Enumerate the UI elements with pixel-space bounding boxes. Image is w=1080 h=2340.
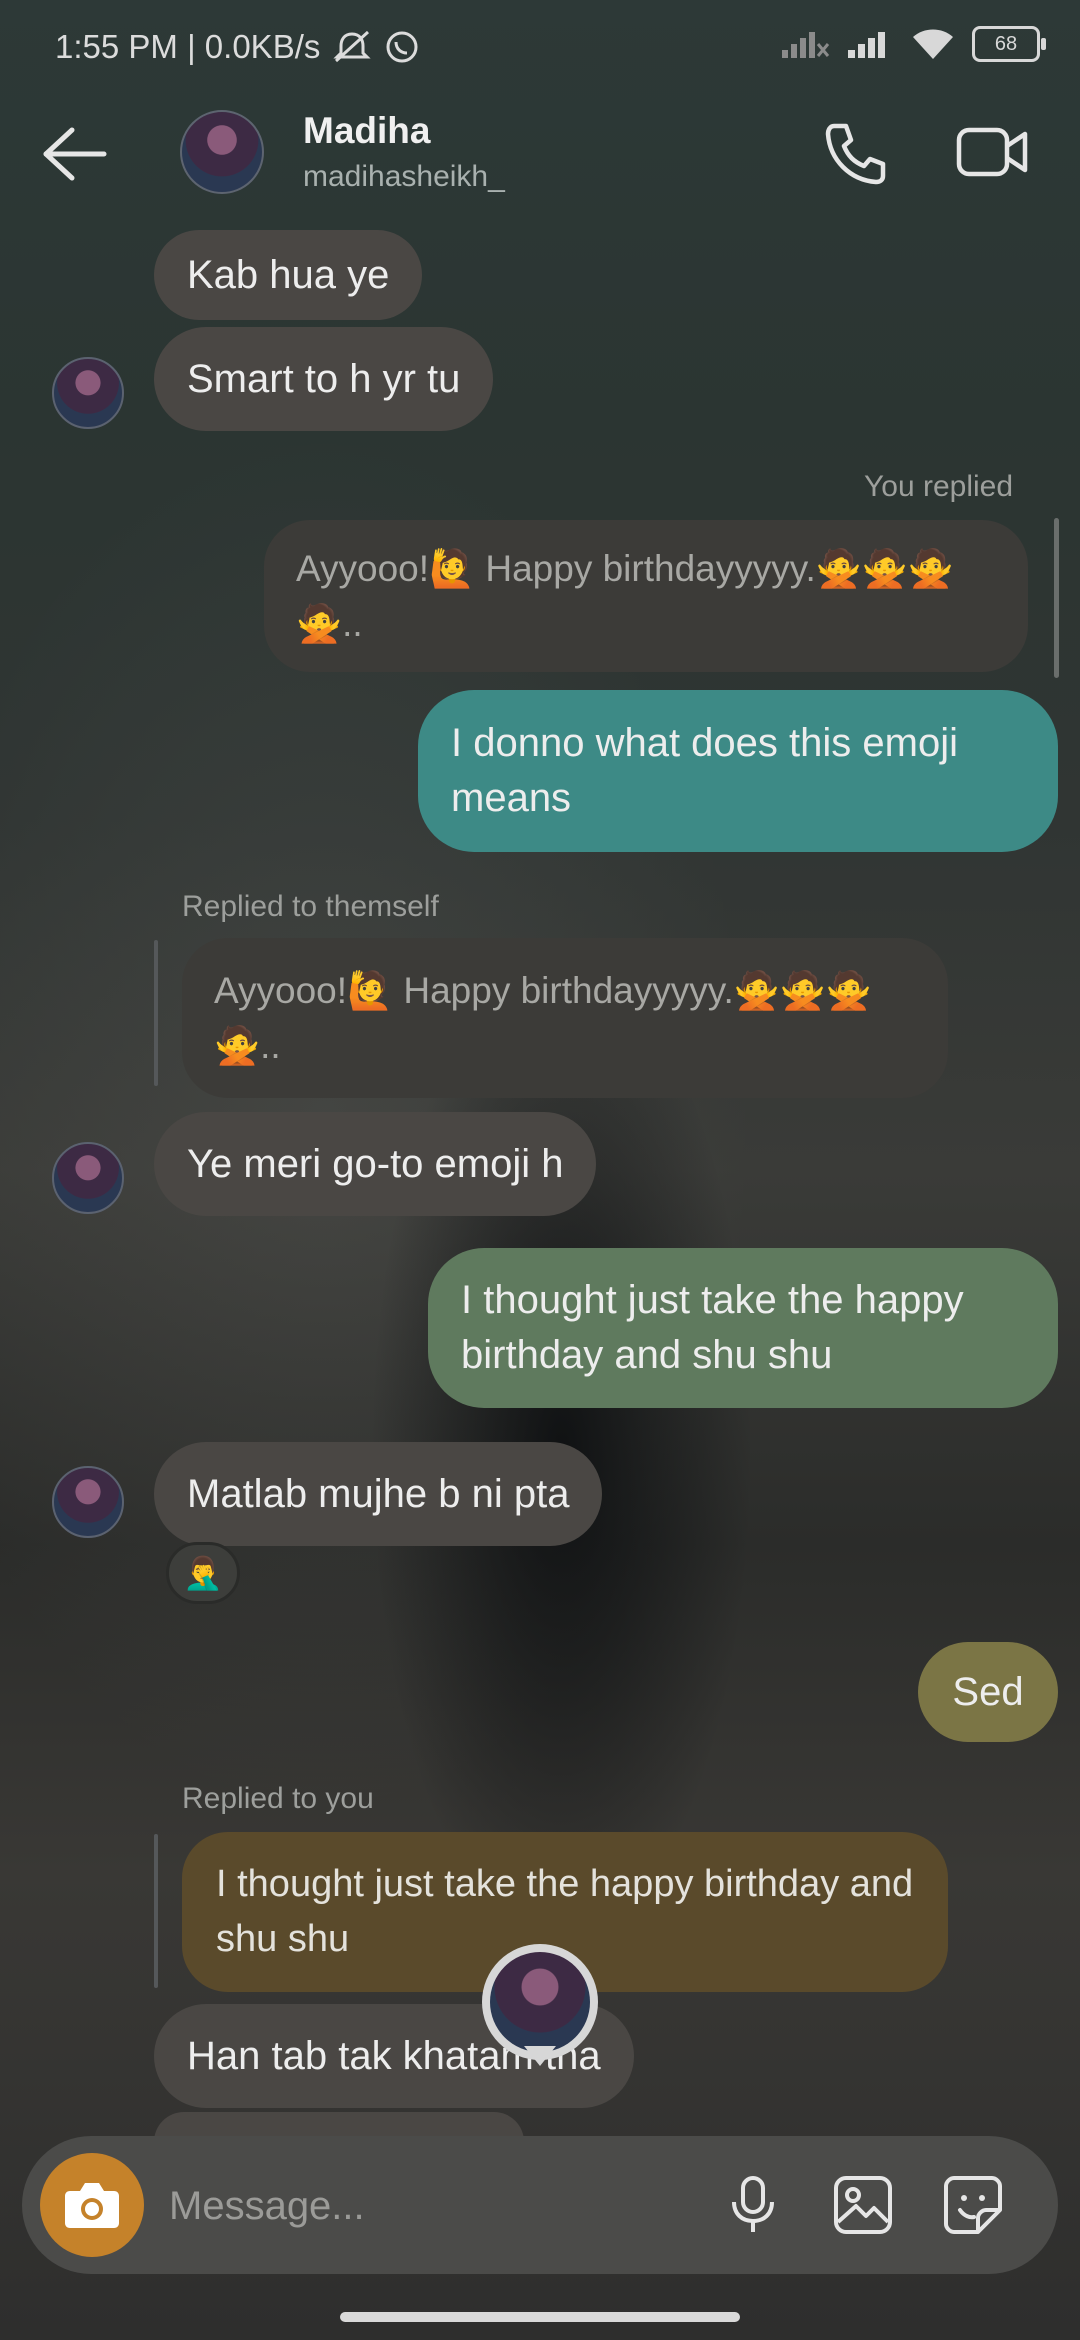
message-bubble-outgoing[interactable]: Sed [918, 1642, 1058, 1742]
back-arrow-icon[interactable] [40, 124, 110, 184]
message-text: Kab hua ye [187, 252, 390, 297]
marker-pointer [524, 2046, 556, 2066]
mute-icon [333, 30, 371, 63]
battery-indicator: 68 [972, 26, 1046, 62]
contact-name[interactable]: Madiha [303, 110, 430, 152]
seen-avatar-marker [482, 1944, 598, 2066]
message-composer [22, 2136, 1058, 2274]
message-text: Ye meri go-to emoji h [187, 1141, 564, 1186]
avatar[interactable] [52, 1466, 124, 1538]
message-bubble-outgoing[interactable]: I donno what does this emoji means [418, 690, 1058, 852]
message-bubble-outgoing[interactable]: I thought just take the happy birthday a… [428, 1248, 1058, 1408]
message-text: I thought just take the happy birthday a… [461, 1278, 964, 1377]
status-time: 1:55 PM | 0.0KB/s [55, 28, 321, 65]
replied-to-you-label: Replied to you [182, 1782, 374, 1815]
status-left: 1:55 PM | 0.0KB/s [55, 28, 420, 66]
message-input[interactable] [167, 2170, 731, 2242]
reply-indicator-bar [154, 940, 158, 1086]
scrollbar[interactable] [1054, 518, 1059, 678]
phone-icon[interactable] [820, 118, 890, 188]
message-text: I donno what does this emoji means [451, 721, 958, 820]
wifi-icon [913, 29, 953, 59]
you-replied-label: You replied [864, 470, 1014, 503]
status-right: 68 [780, 26, 1046, 62]
gallery-icon[interactable] [832, 2174, 894, 2236]
status-bar: 1:55 PM | 0.0KB/s 68 [0, 0, 1080, 96]
avatar[interactable] [180, 110, 264, 194]
quoted-message[interactable]: Ayyooo!🙋 Happy birthdayyyyy.🙅🙅🙅 🙅.. [182, 938, 948, 1098]
microphone-icon[interactable] [722, 2174, 784, 2236]
quoted-text: Ayyooo!🙋 Happy birthdayyyyy.🙅🙅🙅 🙅.. [296, 548, 954, 644]
reply-indicator-bar [154, 1834, 158, 1988]
avatar[interactable] [52, 1142, 124, 1214]
message-bubble-incoming[interactable]: Ye meri go-to emoji h [154, 1112, 597, 1216]
message-bubble-incoming[interactable]: Matlab mujhe b ni pta [154, 1442, 603, 1546]
chat-header: Madiha madihasheikh_ [0, 96, 1080, 216]
quoted-text: Ayyooo!🙋 Happy birthdayyyyy.🙅🙅🙅 🙅.. [214, 970, 872, 1066]
replied-to-themself-label: Replied to themself [182, 890, 439, 923]
avatar [490, 1952, 590, 2052]
quoted-message[interactable]: Ayyooo!🙋 Happy birthdayyyyy.🙅🙅🙅 🙅.. [264, 520, 1028, 672]
video-call-icon[interactable] [955, 122, 1029, 182]
message-bubble-incoming[interactable]: Smart to h yr tu [154, 327, 494, 431]
camera-icon [65, 2183, 119, 2228]
contact-username[interactable]: madihasheikh_ [303, 160, 505, 194]
message-text: Sed [952, 1669, 1024, 1714]
reaction-badge[interactable]: 🤦‍♂️ [166, 1542, 240, 1604]
reaction-emoji: 🤦‍♂️ [183, 1554, 223, 1591]
sticker-icon[interactable] [942, 2174, 1004, 2236]
home-indicator[interactable] [340, 2312, 740, 2322]
signal-icon [782, 32, 830, 58]
avatar[interactable] [52, 357, 124, 429]
message-text: Matlab mujhe b ni pta [187, 1471, 570, 1516]
signal-icon [848, 32, 885, 58]
camera-button[interactable] [40, 2153, 144, 2257]
whatsapp-icon [386, 31, 418, 63]
message-bubble-incoming[interactable]: Kab hua ye [154, 230, 423, 320]
message-text: Smart to h yr tu [187, 356, 461, 401]
